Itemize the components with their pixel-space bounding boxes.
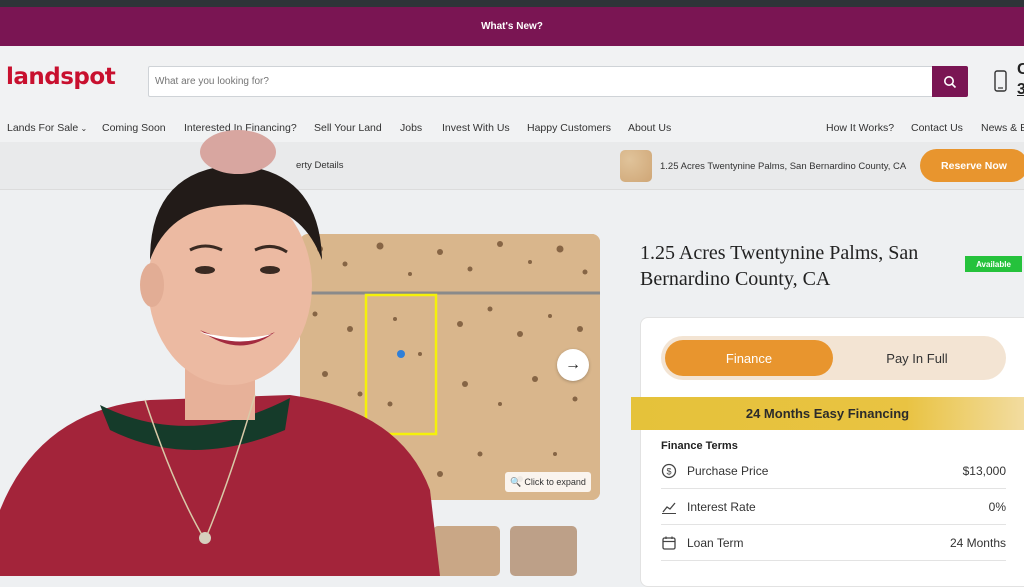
expand-label: Click to expand: [524, 477, 586, 487]
property-thumbnail: [620, 150, 652, 182]
landspot-logo[interactable]: landspot: [6, 64, 116, 90]
phone-number-partial[interactable]: C3: [1017, 60, 1024, 100]
term-row-interest-rate: Interest Rate 0%: [661, 491, 1006, 525]
next-image-button[interactable]: →: [557, 349, 589, 381]
top-strip: [0, 0, 1024, 7]
subbar-property-name: 1.25 Acres Twentynine Palms, San Bernard…: [660, 161, 907, 172]
term-row-loan-term: Loan Term 24 Months: [661, 527, 1006, 561]
chart-line-icon: [662, 502, 676, 514]
calendar-icon: [662, 536, 676, 550]
gallery-thumbnail[interactable]: [433, 526, 500, 576]
phone-icon[interactable]: [992, 70, 1010, 94]
presenter-overlay: [0, 130, 440, 576]
gallery-thumbnail[interactable]: [510, 526, 577, 576]
term-value: 24 Months: [949, 536, 1006, 550]
status-badge: Available: [965, 256, 1022, 272]
nav-happy-customers[interactable]: Happy Customers: [527, 122, 611, 134]
phone-partial-top: C: [1017, 61, 1024, 78]
search-input[interactable]: [149, 67, 933, 96]
search-icon: [944, 75, 957, 88]
term-value: 0%: [988, 500, 1006, 514]
listing-title: 1.25 Acres Twentynine Palms, San Bernard…: [640, 242, 919, 290]
tab-pay-in-full[interactable]: Pay In Full: [833, 340, 1001, 376]
expand-button[interactable]: 🔍 Click to expand: [505, 472, 591, 492]
zoom-icon: 🔍: [510, 476, 522, 487]
nav-how-it-works[interactable]: How It Works?: [826, 122, 894, 134]
nav-about-us[interactable]: About Us: [628, 122, 671, 134]
dollar-icon: $: [661, 463, 677, 479]
term-label: Interest Rate: [687, 500, 756, 514]
nav-contact-us[interactable]: Contact Us: [911, 122, 963, 134]
term-label: Purchase Price: [687, 464, 769, 478]
finance-terms-title: Finance Terms: [661, 440, 738, 452]
banner-text[interactable]: What's New?: [481, 21, 543, 32]
whats-new-banner[interactable]: What's New?: [0, 7, 1024, 46]
payment-toggle: Finance Pay In Full: [661, 336, 1006, 380]
arrow-right-icon: →: [565, 356, 581, 373]
tab-finance[interactable]: Finance: [665, 340, 833, 376]
phone-partial-bottom: 3: [1017, 81, 1024, 98]
term-label: Loan Term: [687, 536, 744, 550]
financing-promo-banner: 24 Months Easy Financing: [631, 397, 1024, 430]
term-value: $13,000: [962, 464, 1006, 478]
search-box[interactable]: [148, 66, 934, 97]
nav-news[interactable]: News & B: [981, 122, 1024, 134]
svg-text:$: $: [666, 467, 671, 477]
site-header: landspot C3: [0, 46, 1024, 116]
nav-invest-with-us[interactable]: Invest With Us: [442, 122, 510, 134]
reserve-now-button[interactable]: Reserve Now: [920, 149, 1024, 182]
term-row-purchase-price: $ Purchase Price $13,000: [661, 455, 1006, 489]
search-button[interactable]: [932, 66, 968, 97]
